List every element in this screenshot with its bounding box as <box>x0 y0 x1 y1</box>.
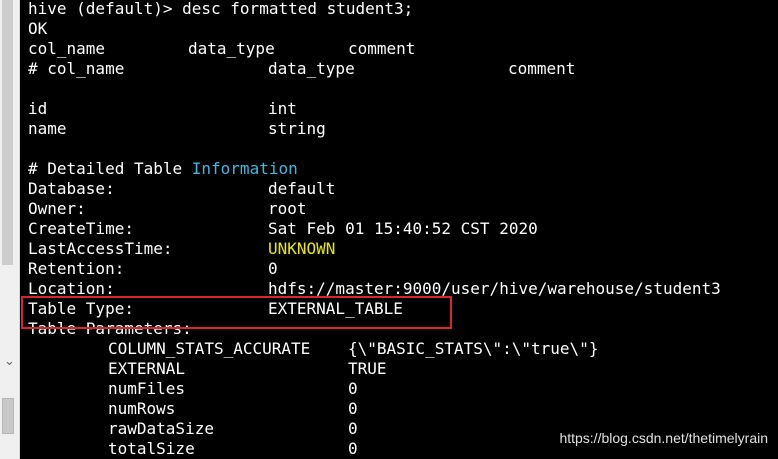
param-key: numFiles <box>108 379 186 398</box>
status-ok: OK <box>28 19 48 38</box>
param-key: rawDataSize <box>108 419 214 438</box>
column-type: int <box>268 99 297 118</box>
param-key: EXTERNAL <box>108 359 186 378</box>
header-data-type: data_type <box>188 39 275 58</box>
param-value: TRUE <box>348 359 387 378</box>
detail-title-prefix: # Detailed Table <box>28 159 192 178</box>
param-value: 0 <box>348 439 358 458</box>
param-value: 0 <box>348 379 358 398</box>
column-type: string <box>268 119 326 138</box>
watermark-url: https://blog.csdn.net/thetimelyrain <box>559 430 768 446</box>
detail-value: 0 <box>268 259 278 278</box>
param-value: 0 <box>348 419 358 438</box>
detail-key: CreateTime: <box>28 219 134 238</box>
header-comment: comment <box>348 39 416 58</box>
scrollbar-thumb[interactable] <box>2 398 14 434</box>
detail-value-unknown: UNKNOWN <box>268 239 336 258</box>
hash-header-col-name: # col_name <box>28 59 125 78</box>
detail-key: Retention: <box>28 259 125 278</box>
detail-value: default <box>268 179 336 198</box>
param-key: numRows <box>108 399 176 418</box>
terminal-output[interactable]: hive (default)> desc formatted student3;… <box>28 0 778 459</box>
detail-key: Database: <box>28 179 115 198</box>
detail-key: Owner: <box>28 199 86 218</box>
command-line: hive (default)> desc formatted student3; <box>28 0 414 18</box>
detail-title-keyword: Information <box>191 159 298 178</box>
param-value: {\"BASIC_STATS\":\"true\"} <box>348 339 599 358</box>
scrollbar-track[interactable] <box>2 0 13 265</box>
chevron-down-icon[interactable]: ⌄ <box>0 352 19 372</box>
header-col-name: col_name <box>28 39 106 58</box>
vertical-scrollbar[interactable]: ⌄ <box>0 0 20 459</box>
detail-section-title: # Detailed Table Information <box>28 159 298 179</box>
column-name: id <box>28 99 48 118</box>
param-key: COLUMN_STATS_ACCURATE <box>108 339 311 358</box>
hash-header-comment: comment <box>508 59 576 78</box>
detail-key: LastAccessTime: <box>28 239 173 258</box>
detail-value: Sat Feb 01 15:40:52 CST 2020 <box>268 219 538 238</box>
param-value: 0 <box>348 399 358 418</box>
detail-value: root <box>268 199 307 218</box>
column-name: name <box>28 119 67 138</box>
param-key: totalSize <box>108 439 195 458</box>
hash-header-data-type: data_type <box>268 59 355 78</box>
table-type-highlight-box <box>21 296 452 329</box>
